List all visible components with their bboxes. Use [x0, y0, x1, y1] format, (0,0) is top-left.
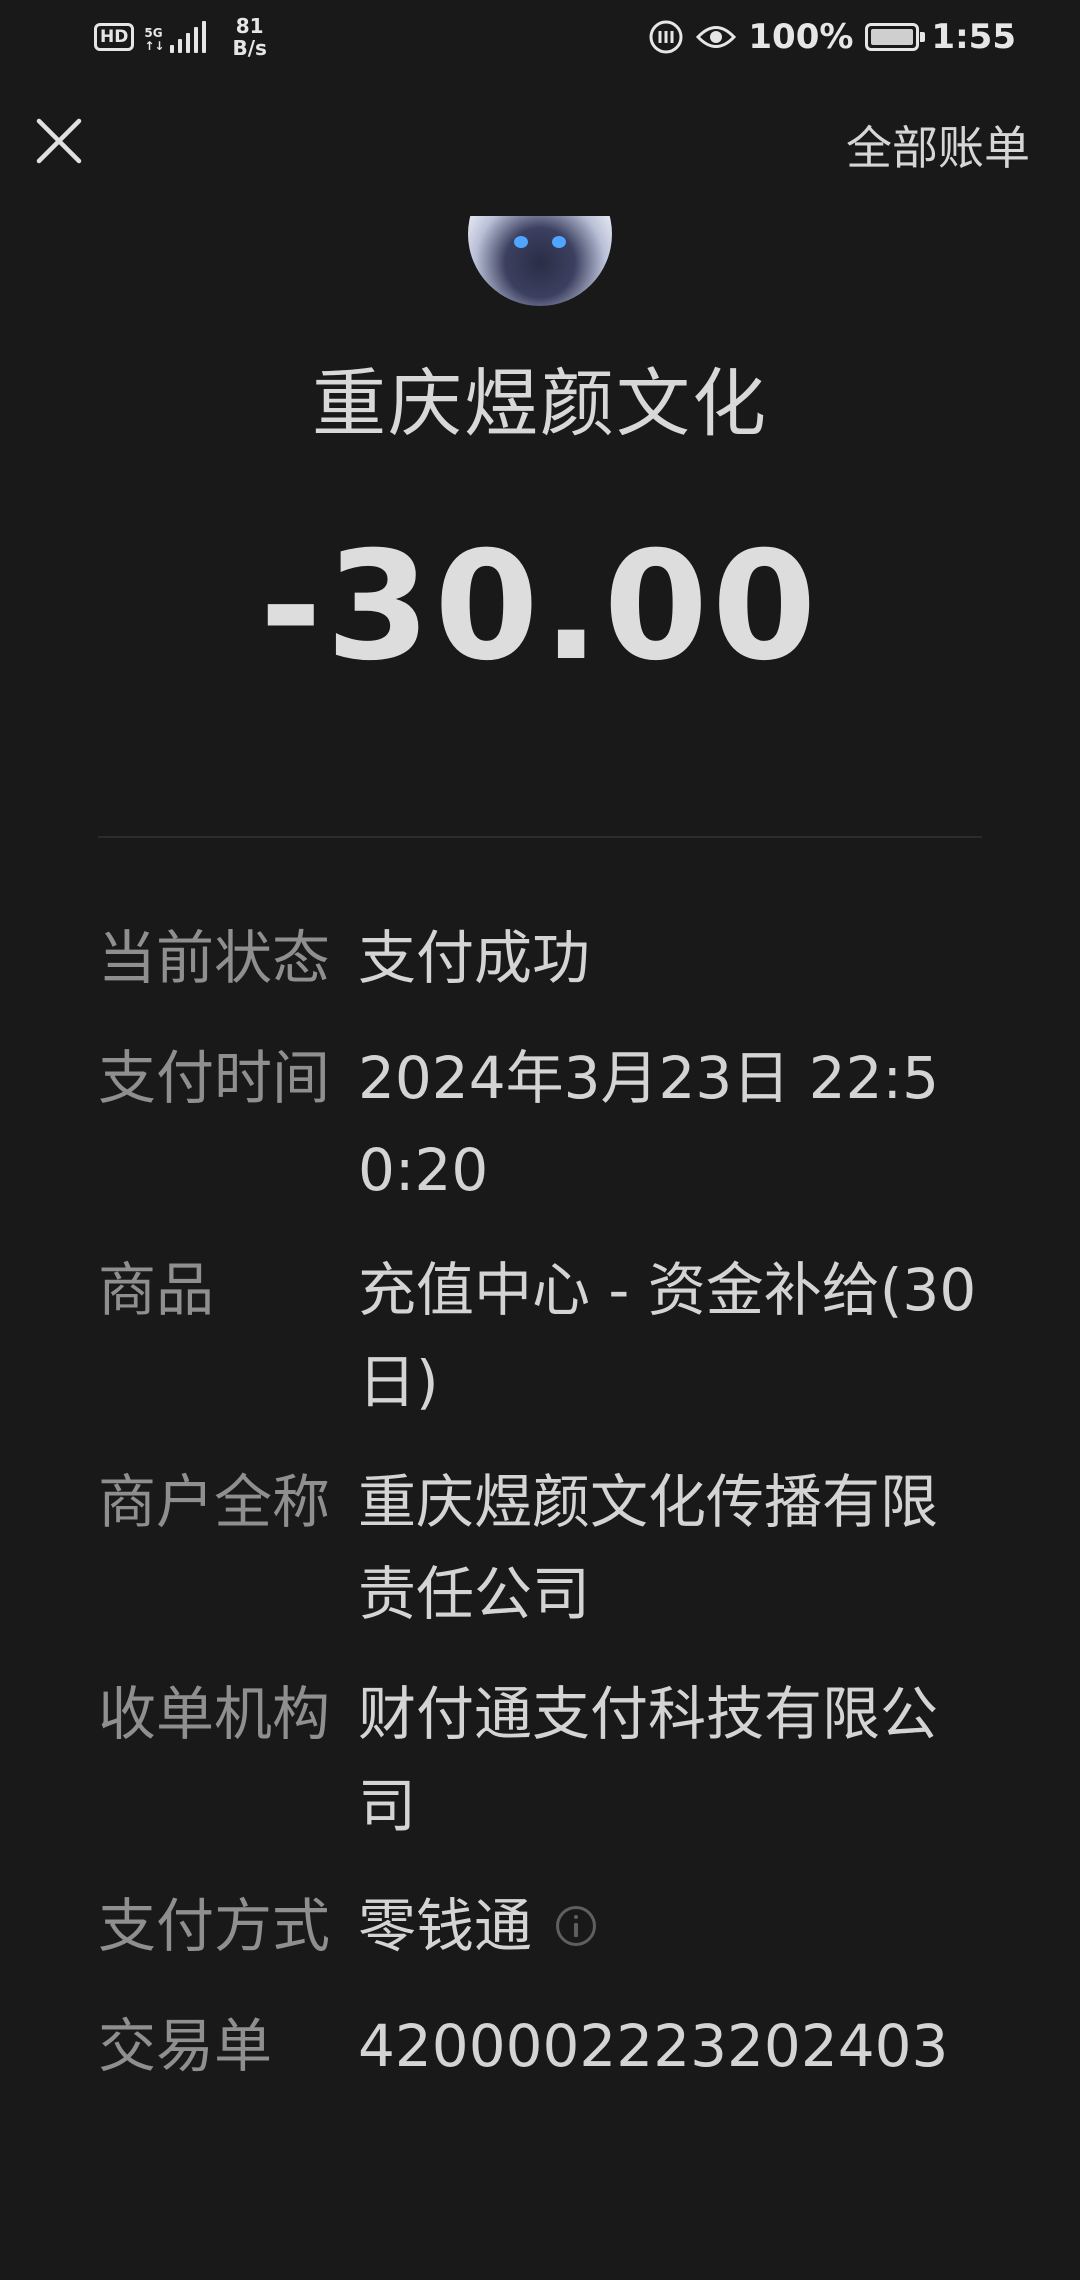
detail-row-pay-time: 支付时间 2024年3月23日 22:50:20 [98, 1032, 998, 1216]
detail-label: 支付方式 [98, 1892, 331, 1960]
battery-percent: 100% [748, 17, 854, 57]
signal-icon: 5G ↑↓ [144, 21, 207, 53]
avatar [468, 216, 612, 306]
detail-value-wrap: 零钱通 [358, 1880, 978, 1972]
battery-icon [865, 23, 926, 51]
bill-detail-screen: HD 5G ↑↓ 81 B/s 100% 1:55 全部账单 重庆煜颜文化 -3… [0, 0, 1080, 2280]
detail-row-product: 商品 充值中心 - 资金补给(30日) [98, 1244, 998, 1428]
network-type: 5G ↑↓ [144, 26, 165, 53]
eye-comfort-icon [696, 26, 737, 48]
detail-row-transaction-id: 交易单 4200002223202403 [98, 2000, 998, 2092]
detail-row-acquirer: 收单机构 财付通支付科技有限公司 [98, 1668, 998, 1852]
detail-label: 商户全称 [98, 1468, 331, 1536]
transaction-amount: -30.00 [259, 520, 821, 694]
network-speed: 81 B/s [232, 14, 267, 60]
close-button[interactable] [34, 116, 84, 166]
payment-method-value: 零钱通 [358, 1892, 533, 1960]
status-right: 100% 1:55 [648, 12, 1016, 62]
all-bills-link[interactable]: 全部账单 [846, 112, 1030, 178]
nfc-icon [649, 20, 683, 54]
detail-label: 交易单 [98, 2012, 273, 2080]
detail-label: 商品 [98, 1256, 215, 1324]
detail-value: 4200002223202403 [358, 2012, 949, 2080]
status-bar: HD 5G ↑↓ 81 B/s 100% 1:55 [0, 0, 1080, 74]
detail-value: 充值中心 - 资金补给(30日) [358, 1256, 977, 1416]
detail-label: 收单机构 [98, 1680, 331, 1748]
transaction-details: 当前状态 支付成功 支付时间 2024年3月23日 22:50:20 商品 充值… [98, 912, 998, 2120]
hd-badge: HD [94, 23, 135, 51]
detail-value: 重庆煜颜文化传播有限责任公司 [358, 1468, 939, 1628]
detail-row-status: 当前状态 支付成功 [98, 912, 998, 1004]
divider [98, 836, 982, 838]
detail-label: 支付时间 [98, 1044, 331, 1112]
info-icon[interactable] [556, 1905, 597, 1946]
detail-label: 当前状态 [98, 924, 331, 992]
merchant-avatar [468, 216, 612, 306]
detail-row-payment-method: 支付方式 零钱通 [98, 1880, 998, 1972]
status-left: HD 5G ↑↓ 81 B/s [94, 12, 267, 62]
detail-value: 2024年3月23日 22:50:20 [358, 1044, 939, 1204]
detail-value: 财付通支付科技有限公司 [358, 1680, 939, 1840]
detail-value: 支付成功 [358, 924, 591, 992]
detail-row-merchant-full-name: 商户全称 重庆煜颜文化传播有限责任公司 [98, 1456, 998, 1640]
close-icon [36, 118, 82, 164]
merchant-name: 重庆煜颜文化 [312, 361, 768, 447]
clock: 1:55 [931, 17, 1016, 57]
